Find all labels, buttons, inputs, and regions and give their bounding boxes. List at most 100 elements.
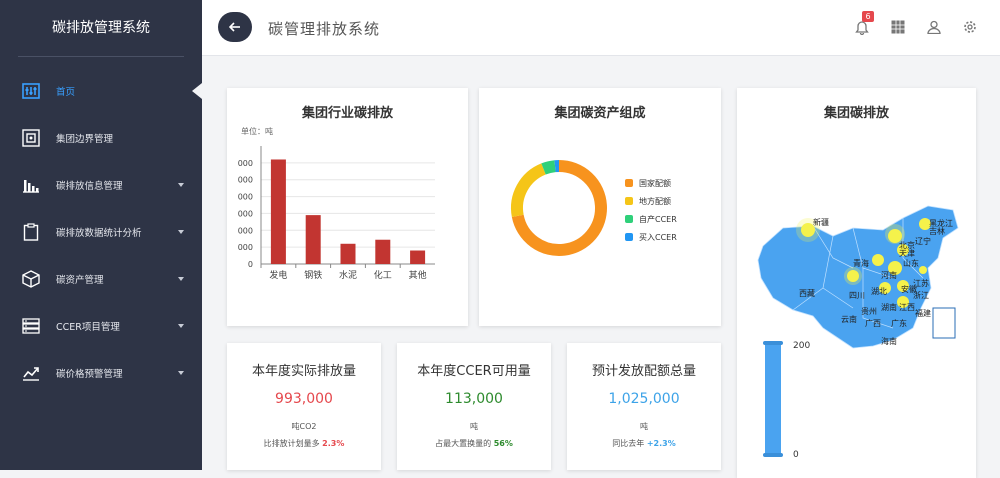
scale-handle-top[interactable] — [763, 341, 783, 345]
y-tick-label: 000 — [238, 243, 253, 252]
legend-label: 买入CCER — [639, 232, 677, 243]
stat-note: 占最大置换量的 56% — [397, 438, 551, 449]
card-title: 集团碳排放 — [737, 102, 976, 121]
sidebar-item-boundary[interactable]: 集团边界管理 — [0, 114, 202, 161]
trend-icon — [22, 364, 40, 382]
stat-card-ccer-available: 本年度CCER可用量 113,000 吨 占最大置换量的 56% — [397, 343, 551, 470]
sidebar-item-label: 碳资产管理 — [56, 272, 104, 286]
legend-swatch — [625, 179, 633, 187]
stat-title: 本年度实际排放量 — [227, 360, 381, 379]
active-indicator — [192, 83, 202, 99]
gear-icon — [963, 20, 977, 34]
stat-value: 1,025,000 — [567, 391, 721, 407]
sidebar-item-statistics[interactable]: 碳排放数据统计分析 — [0, 208, 202, 255]
sidebar-item-label: 碳价格预警管理 — [56, 366, 123, 380]
bar[interactable] — [271, 159, 286, 264]
stat-card-actual-emission: 本年度实际排放量 993,000 吨CO2 比排放计划量多 2.3% — [227, 343, 381, 470]
map-label: 湖南 — [881, 302, 897, 312]
scale-min-label: 0 — [793, 450, 799, 460]
legend-label: 自产CCER — [639, 214, 677, 225]
scale-handle-bottom[interactable] — [763, 453, 783, 457]
legend-item[interactable]: 买入CCER — [625, 228, 677, 246]
legend-item[interactable]: 地方配额 — [625, 192, 677, 210]
sidebar-item-ccer[interactable]: CCER项目管理 — [0, 302, 202, 349]
card-title: 集团碳资产组成 — [479, 102, 721, 121]
map-label: 湖北 — [871, 287, 887, 296]
sidebar: 碳排放管理系统 首页 集团边界管理 碳排放信息管理 碳排放数据统计分析 碳资产管… — [0, 0, 202, 470]
sidebar-item-price-alert[interactable]: 碳价格预警管理 — [0, 349, 202, 396]
stat-note-value: 56% — [494, 439, 513, 448]
stat-note-text: 占最大置换量的 — [435, 439, 491, 448]
map-label: 青海 — [853, 258, 869, 268]
map-label: 河南 — [881, 270, 897, 280]
map-label: 西藏 — [799, 288, 815, 298]
sidebar-item-home[interactable]: 首页 — [0, 67, 202, 114]
sidebar-item-label: CCER项目管理 — [56, 319, 120, 333]
notification-badge: 6 — [862, 11, 874, 22]
stat-unit: 吨 — [567, 421, 721, 432]
notification-button[interactable]: 6 — [852, 17, 872, 37]
bar[interactable] — [410, 251, 425, 264]
settings-button[interactable] — [960, 17, 980, 37]
back-button[interactable] — [218, 12, 252, 42]
map-label: 江西 — [899, 303, 915, 312]
stat-note-value: +2.3% — [647, 439, 676, 448]
stat-note-text: 同比去年 — [612, 439, 644, 448]
chevron-down-icon — [178, 230, 184, 234]
legend-item[interactable]: 自产CCER — [625, 210, 677, 228]
map-label: 天津 — [899, 248, 915, 258]
stat-title: 预计发放配额总量 — [567, 360, 721, 379]
y-tick-label: 000 — [238, 159, 253, 168]
map-label: 福建 — [915, 308, 931, 318]
stat-value: 113,000 — [397, 391, 551, 407]
asset-composition-card: 集团碳资产组成 国家配额 地方配额 自产CCER 买入CCER — [479, 88, 721, 326]
chevron-down-icon — [178, 324, 184, 328]
card-title: 集团行业碳排放 — [227, 102, 468, 121]
y-tick-label: 000 — [238, 226, 253, 235]
stat-title: 本年度CCER可用量 — [397, 360, 551, 379]
donut-slice[interactable] — [544, 166, 556, 169]
sidebar-item-label: 集团边界管理 — [56, 131, 113, 145]
legend-item[interactable]: 国家配额 — [625, 174, 677, 192]
app-title: 碳排放管理系统 — [0, 0, 202, 56]
sidebar-item-label: 碳排放数据统计分析 — [56, 225, 142, 239]
bar[interactable] — [341, 244, 356, 264]
clipboard-icon — [22, 223, 40, 241]
stat-note-text: 比排放计划量多 — [264, 439, 320, 448]
chevron-down-icon — [178, 371, 184, 375]
chart-legend: 国家配额 地方配额 自产CCER 买入CCER — [625, 174, 677, 246]
map-label: 云南 — [841, 314, 857, 324]
map-label: 贵州 — [861, 306, 877, 316]
sidebar-item-assets[interactable]: 碳资产管理 — [0, 255, 202, 302]
y-tick-label: 000 — [238, 176, 253, 185]
legend-label: 地方配额 — [639, 196, 671, 207]
user-button[interactable] — [924, 17, 944, 37]
map-label: 吉林 — [929, 226, 945, 236]
bar[interactable] — [306, 215, 321, 264]
chevron-down-icon — [178, 277, 184, 281]
sidebar-item-emission-info[interactable]: 碳排放信息管理 — [0, 161, 202, 208]
dashboard-icon — [22, 82, 40, 100]
map-label: 四川 — [849, 291, 865, 300]
x-tick-label: 化工 — [374, 269, 392, 281]
sidebar-item-label: 首页 — [56, 84, 75, 98]
y-tick-label: 000 — [238, 193, 253, 202]
map-label: 海南 — [881, 336, 897, 346]
visual-map-scale[interactable] — [765, 343, 781, 455]
stat-unit: 吨 — [397, 421, 551, 432]
map-label: 新疆 — [813, 217, 829, 227]
unit-label: 单位：吨 — [241, 126, 273, 137]
user-icon — [927, 20, 941, 34]
china-map[interactable]: 新疆 黑龙江 吉林 辽宁 北京 天津 青海 山东 西藏 河南 江苏 安徽 湖北 … — [753, 198, 963, 358]
chevron-down-icon — [178, 183, 184, 187]
bar[interactable] — [375, 240, 390, 264]
x-tick-label: 水泥 — [339, 269, 357, 281]
grid-button[interactable] — [888, 17, 908, 37]
legend-swatch — [625, 197, 633, 205]
stat-note: 同比去年 +2.3% — [567, 438, 721, 449]
x-tick-label: 其他 — [409, 269, 427, 281]
asset-donut-chart — [499, 148, 619, 268]
y-tick-label: 000 — [238, 209, 253, 218]
donut-slice[interactable] — [517, 169, 544, 216]
map-label: 山东 — [903, 258, 919, 268]
